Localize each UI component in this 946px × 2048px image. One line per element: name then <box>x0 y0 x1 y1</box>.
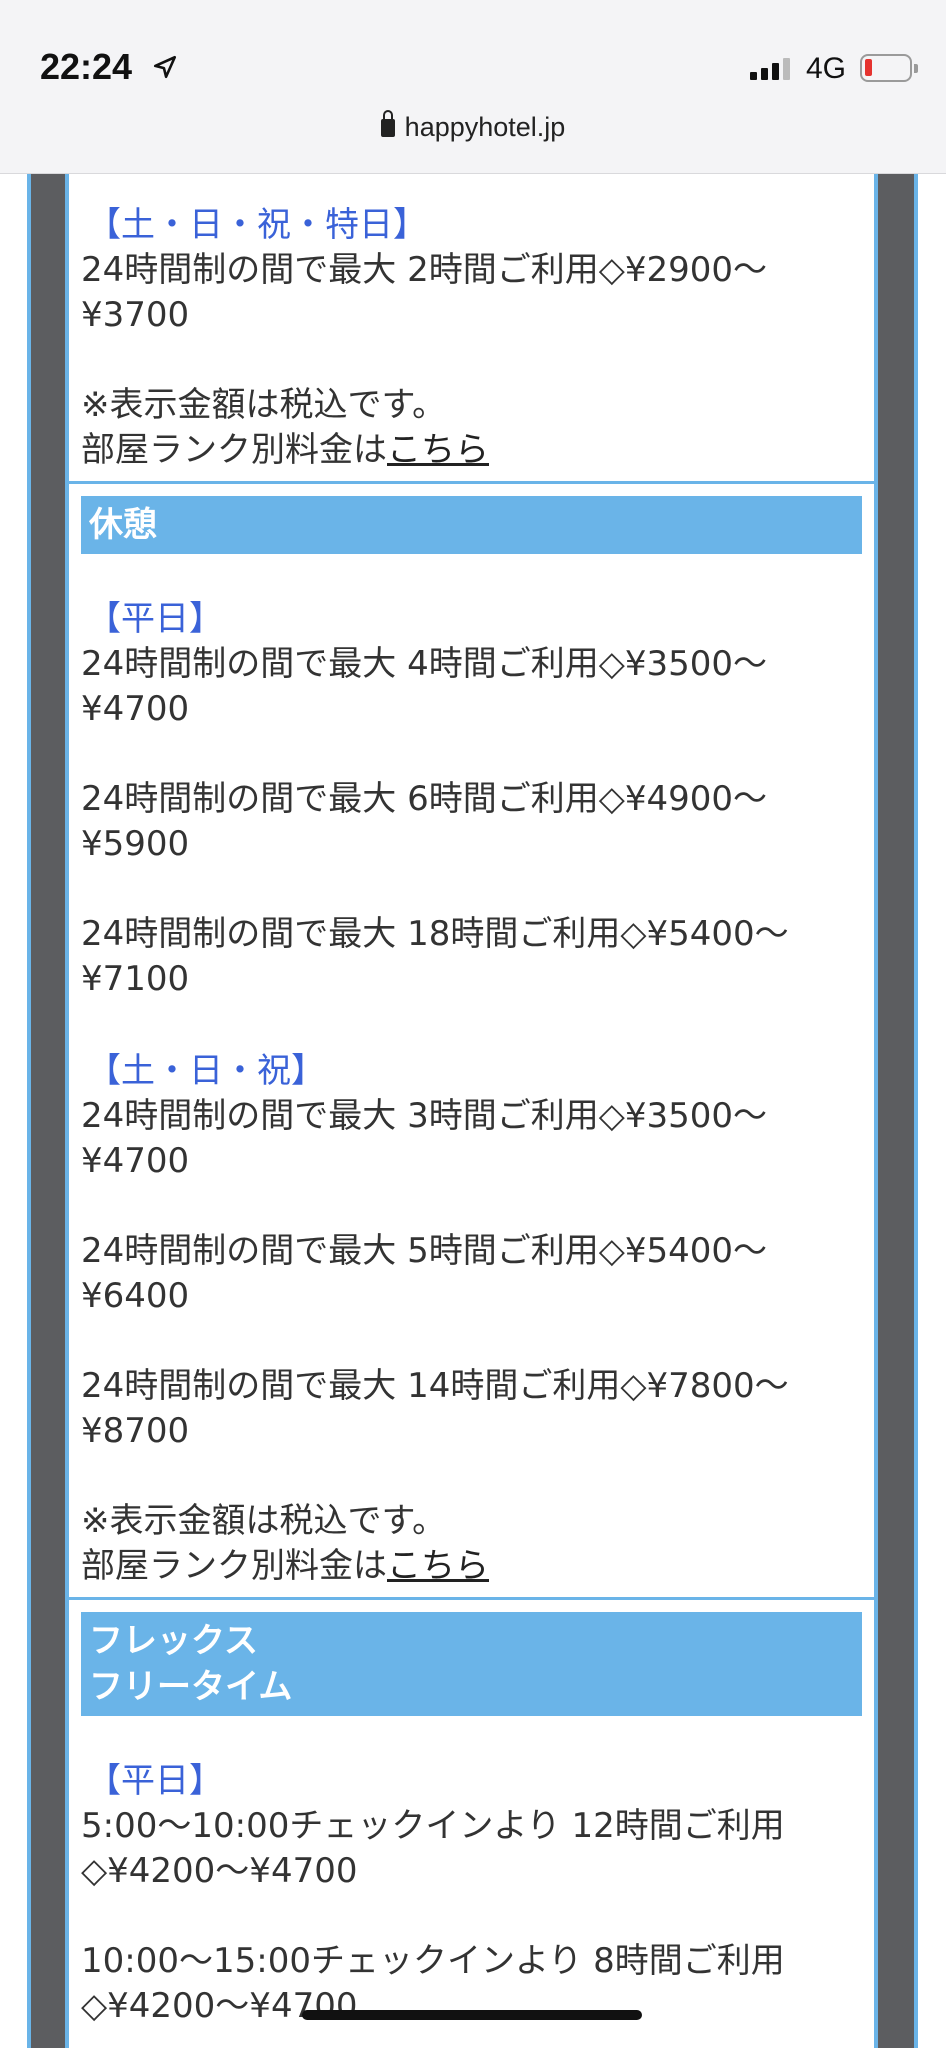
rate-line: ¥3700 <box>81 295 190 335</box>
day-label-weekday: 【平日】 <box>87 1761 223 1801</box>
rate-line: ¥4700 <box>81 689 190 729</box>
section-header-line: フリータイム <box>89 1667 293 1707</box>
cellular-signal-icon <box>750 58 790 80</box>
frame-border-right <box>914 174 918 2048</box>
rate-line: ◇¥4200〜¥4700 <box>81 1851 358 1891</box>
day-label-weekday: 【平日】 <box>87 599 223 639</box>
rate-line: 24時間制の間で最大 4時間ご利用◇¥3500〜 <box>81 644 768 684</box>
tax-note: ※表示金額は税込です。 <box>81 385 447 425</box>
section-header-rest: 休憩 <box>81 496 862 554</box>
location-arrow-icon <box>153 55 177 79</box>
day-label-weekend: 【土・日・祝】 <box>87 1051 325 1091</box>
section-header-flex: フレックス フリータイム <box>81 1612 862 1716</box>
flex-freetime-section: フレックス フリータイム 【平日】 5:00〜10:00チェックインより 12時… <box>69 1600 874 2029</box>
room-rank-link[interactable]: こちら <box>387 430 489 470</box>
frame-gutter-left <box>31 174 65 2048</box>
rate-line: 24時間制の間で最大 6時間ご利用◇¥4900〜 <box>81 779 768 819</box>
room-rank-note-text: 部屋ランク別料金は <box>81 1546 387 1586</box>
stay-rates-section: 【土・日・祝・特日】 24時間制の間で最大 2時間ご利用◇¥2900〜 ¥370… <box>69 174 874 484</box>
home-indicator[interactable] <box>302 2010 642 2020</box>
room-rank-note-text: 部屋ランク別料金は <box>81 430 387 470</box>
rate-line: 24時間制の間で最大 3時間ご利用◇¥3500〜 <box>81 1096 768 1136</box>
day-label: 【土・日・祝・特日】 <box>87 205 427 245</box>
rate-content: 【土・日・祝・特日】 24時間制の間で最大 2時間ご利用◇¥2900〜 ¥370… <box>69 174 874 2029</box>
address-bar[interactable]: happyhotel.jp <box>0 110 946 143</box>
browser-top-bar: 22:24 4G happyhotel.jp <box>0 0 946 174</box>
rate-line: 5:00〜10:00チェックインより 12時間ご利用 <box>81 1806 785 1846</box>
lock-icon <box>380 110 395 137</box>
status-time: 22:24 <box>40 46 133 87</box>
rest-rates-section: 休憩 【平日】 24時間制の間で最大 4時間ご利用◇¥3500〜 ¥4700 2… <box>69 484 874 1600</box>
battery-icon <box>860 54 918 82</box>
rate-line: ¥8700 <box>81 1411 190 1451</box>
rate-line: 24時間制の間で最大 5時間ご利用◇¥5400〜 <box>81 1231 768 1271</box>
network-type: 4G <box>806 52 847 85</box>
room-rank-note: 部屋ランク別料金はこちら <box>81 428 862 481</box>
url-text: happyhotel.jp <box>404 112 566 142</box>
section-header-line: フレックス <box>89 1621 258 1661</box>
frame-gutter-right <box>878 174 914 2048</box>
rate-line: ◇¥4200〜¥4700 <box>81 1986 358 2026</box>
rate-line: 24時間制の間で最大 18時間ご利用◇¥5400〜 <box>81 914 789 954</box>
room-rank-link[interactable]: こちら <box>387 1546 489 1586</box>
rate-line: ¥7100 <box>81 959 190 999</box>
rate-line: ¥6400 <box>81 1276 190 1316</box>
rate-line: ¥5900 <box>81 824 190 864</box>
tax-note: ※表示金額は税込です。 <box>81 1501 447 1541</box>
rate-line: ¥4700 <box>81 1141 190 1181</box>
rate-line: 24時間制の間で最大 14時間ご利用◇¥7800〜 <box>81 1366 789 1406</box>
rate-line: 24時間制の間で最大 2時間ご利用◇¥2900〜 <box>81 250 768 290</box>
room-rank-note: 部屋ランク別料金はこちら <box>81 1544 862 1597</box>
rate-line: 10:00〜15:00チェックインより 8時間ご利用 <box>81 1941 785 1981</box>
